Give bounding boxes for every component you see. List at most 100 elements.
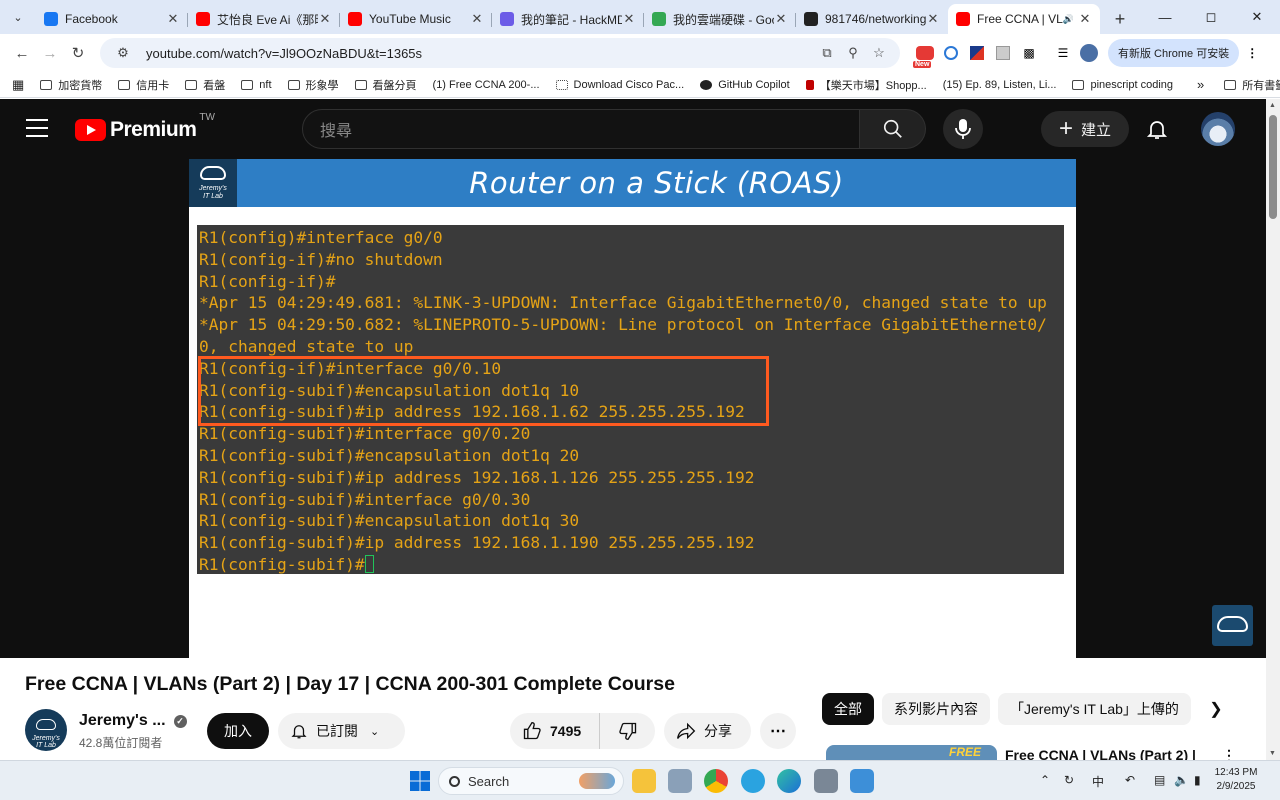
create-button[interactable]: + 建立 <box>1041 111 1129 147</box>
network-icon[interactable]: ▤ <box>1154 773 1165 787</box>
bookmark-item[interactable]: Download Cisco Pac... <box>555 79 684 91</box>
channel-name[interactable]: Jeremy's ... ✓ <box>79 712 187 730</box>
battery-icon[interactable]: ▮ <box>1194 773 1201 787</box>
forward-button[interactable]: → <box>36 39 64 67</box>
install-app-icon[interactable]: ⧉ <box>814 45 840 61</box>
tab-audio-icon[interactable]: 🔊 <box>1063 14 1074 25</box>
notepad-icon[interactable] <box>850 769 874 793</box>
close-tab-icon[interactable]: ✕ <box>318 11 332 27</box>
scroll-down-arrow-icon[interactable]: ▼ <box>1269 750 1276 757</box>
filter-chip[interactable]: 全部 <box>822 693 874 725</box>
notifications-bell-icon[interactable] <box>1145 117 1169 141</box>
volume-icon[interactable]: 🔈 <box>1174 773 1189 787</box>
close-tab-icon[interactable]: ✕ <box>926 11 940 27</box>
bookmark-item[interactable]: GitHub Copilot <box>700 79 790 91</box>
filter-chip[interactable]: 系列影片內容 <box>882 693 990 725</box>
back-button[interactable]: ← <box>8 39 36 67</box>
undo-icon[interactable]: ↶ <box>1125 773 1135 787</box>
chrome-update-button[interactable]: 有新版 Chrome 可安裝 <box>1108 39 1240 67</box>
all-bookmarks-button[interactable]: 所有書籤 <box>1224 77 1280 93</box>
page-scrollbar[interactable]: ▲ ▼ <box>1266 99 1280 760</box>
subscribed-button[interactable]: 已訂閱 ⌄ <box>278 713 405 749</box>
user-avatar[interactable] <box>1201 112 1235 146</box>
chips-next-button[interactable]: ❯ <box>1204 697 1228 721</box>
bookmark-star-icon[interactable]: ☆ <box>866 45 892 61</box>
bookmark-item[interactable]: nft <box>241 79 272 91</box>
close-tab-icon[interactable]: ✕ <box>470 11 484 27</box>
bookmark-item[interactable]: 信用卡 <box>118 77 169 93</box>
bookmark-item[interactable]: (1) Free CCNA 200-... <box>0 79 540 181</box>
bookmark-label: 信用卡 <box>136 79 170 92</box>
telegram-icon[interactable] <box>741 769 765 793</box>
tab-search-button[interactable]: ⌄ <box>4 3 32 31</box>
scroll-up-arrow-icon[interactable]: ▲ <box>1269 102 1276 109</box>
close-tab-icon[interactable]: ✕ <box>166 11 180 27</box>
file-explorer-icon[interactable] <box>632 769 656 793</box>
scrollbar-thumb[interactable] <box>1269 115 1277 219</box>
minimize-button[interactable]: — <box>1142 0 1188 34</box>
channel-avatar[interactable]: Jeremy's IT Lab <box>25 709 67 751</box>
taskbar-search[interactable]: Search <box>438 767 624 795</box>
apps-grid-icon[interactable]: ▦ <box>12 77 24 93</box>
close-tab-icon[interactable]: ✕ <box>1078 11 1092 27</box>
close-tab-icon[interactable]: ✕ <box>622 11 636 27</box>
taskbar-clock[interactable]: 12:43 PM 2/9/2025 <box>1212 766 1260 794</box>
show-hidden-icons-chevron-icon[interactable]: ⌃ <box>1040 773 1050 787</box>
zoom-icon[interactable]: ⚲ <box>840 45 866 61</box>
chrome-icon[interactable] <box>704 769 728 793</box>
bookmark-item[interactable]: (15) Ep. 89, Listen, Li... <box>0 79 1056 181</box>
extension-image-icon[interactable] <box>990 40 1016 66</box>
reload-button[interactable]: ↻ <box>64 39 92 67</box>
extension-c-icon[interactable] <box>938 40 964 66</box>
bookmark-item[interactable]: 看盤分頁 <box>354 77 417 93</box>
extension-new-icon[interactable]: New <box>912 40 938 68</box>
dislike-button[interactable] <box>600 721 655 741</box>
browser-tab[interactable]: 我的雲端硬碟 - Goog ✕ <box>644 4 796 34</box>
address-bar[interactable]: ⚙ youtube.com/watch?v=Jl9OOzNaBDU&t=1365… <box>100 38 900 68</box>
search-button[interactable] <box>860 109 926 149</box>
join-button[interactable]: 加入 <box>207 713 269 749</box>
more-actions-button[interactable]: ⋯ <box>760 713 796 749</box>
bookmark-item[interactable]: 【樂天市場】Shopp... <box>805 77 927 93</box>
menu-icon[interactable] <box>26 119 48 137</box>
snipping-tool-icon[interactable] <box>668 769 692 793</box>
bookmark-item[interactable]: 加密貨幣 <box>40 77 102 93</box>
maximize-button[interactable]: ◻ <box>1188 0 1234 34</box>
chrome-menu-icon[interactable]: ⋮ <box>1239 40 1265 66</box>
ime-indicator[interactable]: 中 <box>1092 773 1104 790</box>
extension-flag-icon[interactable] <box>964 40 990 66</box>
search-placeholder: 搜尋 <box>320 123 353 140</box>
browser-tab[interactable]: 我的筆記 - HackMD ✕ <box>492 4 644 34</box>
profile-icon[interactable] <box>1076 40 1102 66</box>
media-controls-icon[interactable]: ☰ <box>1050 40 1076 66</box>
video-player[interactable]: Jeremy's IT Lab Router on a Stick (ROAS)… <box>0 159 1266 658</box>
recommendation-menu-button[interactable]: ⋮ <box>1222 747 1236 760</box>
close-window-button[interactable]: ✕ <box>1234 0 1280 34</box>
close-tab-icon[interactable]: ✕ <box>774 11 788 27</box>
youtube-logo[interactable]: Premium TW <box>75 112 215 142</box>
bookmark-item[interactable]: pinescript coding <box>1072 79 1173 91</box>
recommendation-title[interactable]: Free CCNA | VLANs (Part 2) | <box>1005 747 1205 760</box>
browser-tab[interactable]: Free CCNA | VLA 🔊 ✕ <box>948 4 1100 34</box>
extensions-puzzle-icon[interactable]: ▩ <box>1016 40 1042 66</box>
bookmark-item[interactable]: 形象學 <box>287 77 339 93</box>
channel-watermark[interactable] <box>1212 605 1253 646</box>
site-info-icon[interactable]: ⚙ <box>110 45 136 61</box>
bookmark-item[interactable]: 看盤 <box>185 77 225 93</box>
browser-tab[interactable]: Facebook ✕ <box>36 4 188 34</box>
edge-icon[interactable] <box>777 769 801 793</box>
like-button[interactable]: 7495 <box>510 713 600 749</box>
share-button[interactable]: 分享 <box>664 713 751 749</box>
sync-icon[interactable]: ↻ <box>1064 773 1074 787</box>
calculator-icon[interactable] <box>814 769 838 793</box>
browser-tab[interactable]: YouTube Music ✕ <box>340 4 492 34</box>
windows-start-icon[interactable] <box>408 769 432 793</box>
voice-search-button[interactable] <box>943 109 983 149</box>
filter-chip[interactable]: 「Jeremy's IT Lab」上傳的 <box>998 693 1191 725</box>
bookmarks-overflow-button[interactable]: » <box>1197 77 1204 92</box>
browser-tab[interactable]: 艾怡良 Eve Ai《那時 ✕ <box>188 4 340 34</box>
recommendation-thumbnail[interactable]: FREE <box>826 745 997 760</box>
new-tab-button[interactable]: + <box>1106 5 1134 33</box>
browser-tab[interactable]: 981746/networking-f ✕ <box>796 4 948 34</box>
search-input[interactable]: 搜尋 <box>302 109 860 149</box>
